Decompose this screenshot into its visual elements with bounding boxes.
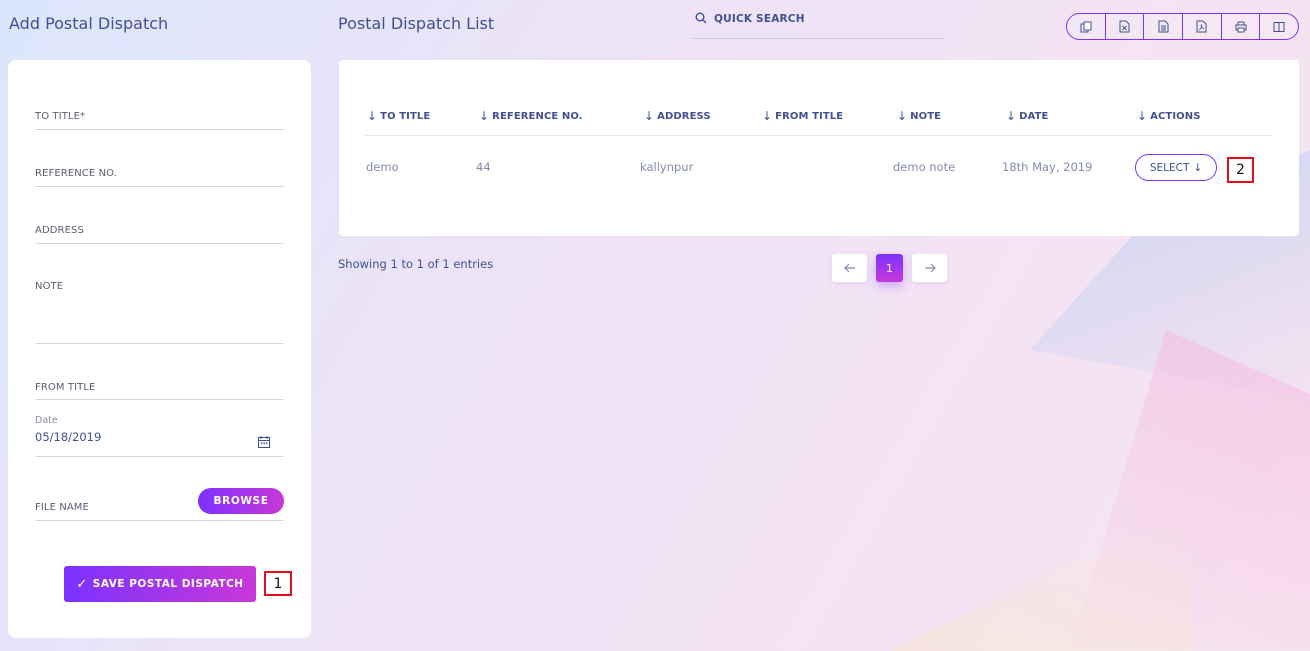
copy-button[interactable] bbox=[1067, 14, 1106, 39]
cell-to-title: demo bbox=[366, 160, 399, 174]
column-header-reference-no[interactable]: ↓ REFERENCE NO. bbox=[479, 109, 583, 123]
column-header-note[interactable]: ↓ NOTE bbox=[897, 109, 941, 123]
column-header-to-title[interactable]: ↓ TO TITLE bbox=[367, 109, 430, 123]
dispatch-list-title: Postal Dispatch List bbox=[338, 14, 495, 33]
check-icon: ✓ bbox=[76, 576, 88, 592]
annotation-marker-2: 2 bbox=[1227, 157, 1254, 183]
pagination-prev-button[interactable] bbox=[832, 254, 867, 282]
note-field[interactable]: NOTE bbox=[35, 275, 284, 344]
add-dispatch-title: Add Postal Dispatch bbox=[9, 14, 169, 33]
column-header-actions[interactable]: ↓ ACTIONS bbox=[1137, 109, 1201, 123]
column-header-from-title[interactable]: ↓ FROM TITLE bbox=[762, 109, 843, 123]
columns-icon bbox=[1273, 21, 1285, 32]
excel-icon bbox=[1119, 20, 1130, 33]
date-label: Date bbox=[35, 415, 58, 426]
csv-icon bbox=[1158, 20, 1169, 33]
columns-button[interactable] bbox=[1260, 14, 1298, 39]
table-header: ↓ TO TITLE ↓ REFERENCE NO. ↓ ADDRESS ↓ FROM … bbox=[365, 102, 1273, 136]
column-header-date[interactable]: ↓ DATE bbox=[1006, 109, 1048, 123]
excel-button[interactable] bbox=[1106, 14, 1145, 39]
background-shape bbox=[1070, 330, 1310, 650]
select-label: SELECT bbox=[1149, 161, 1190, 174]
annotation-marker-1: 1 bbox=[264, 571, 292, 596]
address-field[interactable]: ADDRESS bbox=[35, 219, 284, 244]
search-icon bbox=[695, 12, 707, 24]
select-action-button[interactable]: SELECT ↓ bbox=[1135, 154, 1217, 181]
sort-arrow-icon: ↓ bbox=[644, 109, 655, 123]
arrow-down-icon: ↓ bbox=[1193, 161, 1203, 174]
arrow-right-icon bbox=[924, 263, 936, 273]
from-title-field[interactable]: FROM TITLE bbox=[35, 376, 284, 400]
sort-arrow-icon: ↓ bbox=[762, 109, 773, 123]
pdf-icon bbox=[1196, 20, 1207, 33]
column-header-address[interactable]: ↓ ADDRESS bbox=[644, 109, 711, 123]
note-label: NOTE bbox=[35, 281, 64, 292]
pagination-next-button[interactable] bbox=[912, 254, 947, 282]
csv-button[interactable] bbox=[1144, 14, 1184, 39]
date-value: 05/18/2019 bbox=[35, 430, 102, 444]
save-button-label: SAVE POSTAL DISPATCH bbox=[92, 578, 244, 590]
reference-no-field[interactable]: REFERENCE NO. bbox=[35, 162, 284, 187]
search-placeholder: QUICK SEARCH bbox=[714, 13, 805, 25]
address-label: ADDRESS bbox=[35, 225, 84, 236]
cell-address: kallynpur bbox=[640, 160, 694, 174]
pagination-page-1[interactable]: 1 bbox=[876, 254, 903, 282]
add-dispatch-form: TO TITLE* REFERENCE NO. ADDRESS NOTE FRO… bbox=[8, 60, 311, 638]
sort-arrow-icon: ↓ bbox=[367, 109, 378, 123]
entries-info: Showing 1 to 1 of 1 entries bbox=[338, 257, 494, 271]
to-title-field[interactable]: TO TITLE* bbox=[35, 105, 284, 130]
print-button[interactable] bbox=[1222, 14, 1261, 39]
to-title-label: TO TITLE* bbox=[35, 111, 86, 122]
arrow-left-icon bbox=[843, 263, 855, 273]
print-icon bbox=[1235, 21, 1247, 32]
background-shape bbox=[890, 511, 1190, 651]
cell-reference-no: 44 bbox=[476, 160, 491, 174]
reference-no-label: REFERENCE NO. bbox=[35, 168, 117, 179]
sort-arrow-icon: ↓ bbox=[1006, 109, 1017, 123]
quick-search[interactable]: QUICK SEARCH bbox=[693, 10, 945, 39]
sort-arrow-icon: ↓ bbox=[479, 109, 490, 123]
sort-arrow-icon: ↓ bbox=[897, 109, 908, 123]
date-field[interactable]: Date 05/18/2019 bbox=[35, 413, 284, 457]
file-name-label: FILE NAME bbox=[35, 502, 89, 513]
from-title-label: FROM TITLE bbox=[35, 382, 96, 393]
export-toolbar bbox=[1066, 13, 1299, 40]
cell-note: demo note bbox=[893, 160, 956, 174]
save-postal-dispatch-button[interactable]: ✓ SAVE POSTAL DISPATCH bbox=[64, 566, 256, 602]
dispatch-table: ↓ TO TITLE ↓ REFERENCE NO. ↓ ADDRESS ↓ FROM … bbox=[339, 60, 1299, 236]
browse-button[interactable]: BROWSE bbox=[198, 488, 284, 514]
cell-date: 18th May, 2019 bbox=[1002, 160, 1093, 174]
copy-icon bbox=[1080, 21, 1092, 32]
calendar-icon[interactable] bbox=[258, 436, 270, 448]
sort-arrow-icon: ↓ bbox=[1137, 109, 1148, 123]
pdf-button[interactable] bbox=[1183, 14, 1222, 39]
